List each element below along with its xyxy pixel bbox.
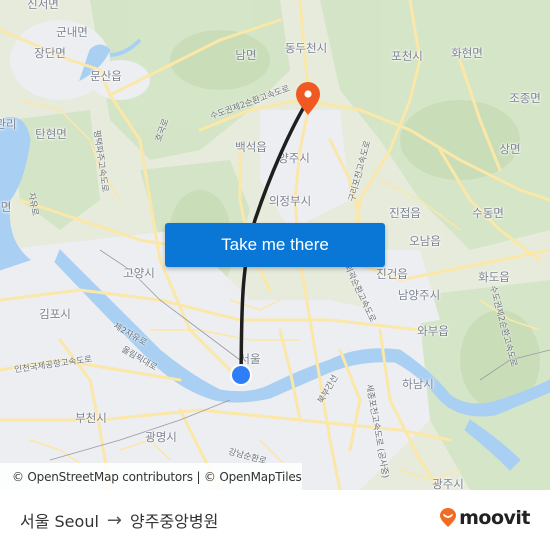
destination-name: 양주중앙병원: [130, 512, 219, 531]
origin-marker[interactable]: [230, 364, 252, 386]
map-view[interactable]: 신서면 군내면 장단면 문산읍 남면 동두천시 포천시 화현면 조종면 탄현면 …: [0, 0, 550, 490]
moovit-pin-icon: [440, 508, 457, 527]
route-title: 서울 Seoul → 양주중앙병원: [20, 490, 218, 550]
map-attribution[interactable]: © OpenStreetMap contributors | © OpenMap…: [0, 463, 302, 490]
footer-bar: 서울 Seoul → 양주중앙병원 moovit: [0, 490, 550, 550]
arrow-right-icon: →: [106, 509, 122, 531]
moovit-wordmark: moovit: [459, 507, 530, 529]
take-me-there-button[interactable]: Take me there: [165, 223, 385, 267]
destination-marker[interactable]: [296, 82, 320, 115]
destination-marker-center: [304, 90, 312, 98]
moovit-logo[interactable]: moovit: [439, 507, 530, 529]
origin-name: 서울 Seoul: [20, 512, 99, 531]
